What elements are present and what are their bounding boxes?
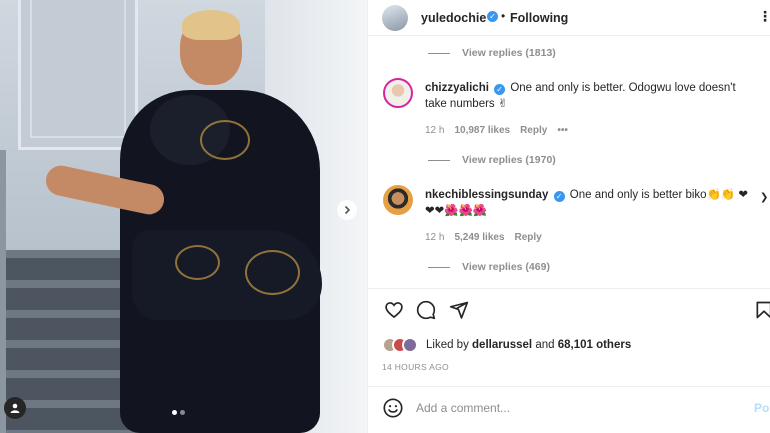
comment-likes[interactable]: 10,987 likes [454,125,510,136]
verified-badge-icon: ✓ [553,191,565,202]
comment-more-icon[interactable]: ••• [557,125,568,136]
heart-icon [385,302,403,319]
view-replies-button[interactable]: View replies (1970) [428,154,556,166]
likes-prefix: Liked by [426,339,473,351]
chevron-right-icon [344,205,351,215]
author-avatar[interactable] [382,5,408,31]
view-replies-label: View replies (469) [462,261,550,273]
replies-line [428,266,450,268]
comment-button[interactable] [414,298,438,322]
bookmark-icon [756,301,770,319]
user-icon [10,403,20,413]
comment-icon [416,300,436,320]
emoji-icon [383,398,403,418]
likes-others-link[interactable]: 68,101 others [558,339,632,351]
view-replies-label: View replies (1970) [462,154,556,166]
likes-text: Liked by dellarussel and 68,101 others [426,339,631,351]
carousel-dot-active [172,410,177,415]
divider [368,288,770,289]
commenter-avatar[interactable] [383,78,413,108]
post-comment-button[interactable]: Pos [754,401,770,415]
embroidery [175,245,220,280]
like-button[interactable] [382,298,406,322]
more-options-icon[interactable]: ⋮ [758,8,770,25]
share-button[interactable] [447,298,471,322]
liker-username[interactable]: dellarussel [472,339,532,351]
instagram-post-modal: yuledochie ✓ • Following ⋮ View replies … [0,0,770,433]
tagged-user-button[interactable] [4,397,26,419]
comment-meta: 12 h 5,249 likes Reply [425,232,542,243]
add-comment-input[interactable] [416,398,736,418]
reply-button[interactable]: Reply [515,232,542,243]
carousel-dots [172,410,185,415]
comment-time: 12 h [425,125,445,136]
verified-badge-icon: ✓ [494,84,506,95]
comment-likes[interactable]: 5,249 likes [454,232,504,243]
wall-panel-inner [30,0,126,138]
save-button[interactable] [752,298,770,322]
carousel-dot [180,410,185,415]
scroll-arrow-icon[interactable]: ❯ [760,192,768,203]
comment-text-block: chizzyalichi ✓ One and only is better. O… [425,80,755,112]
post-actions [382,298,770,322]
replies-line [428,159,450,161]
likes-middle: and [532,339,558,351]
verified-badge-icon: ✓ [487,11,498,22]
author-username[interactable]: yuledochie [421,11,486,25]
post-timestamp[interactable]: 14 HOURS AGO [382,362,449,372]
reply-button[interactable]: Reply [520,125,547,136]
embroidery [245,250,300,295]
send-icon [449,301,469,319]
post-photo[interactable] [0,0,367,433]
comment-text-block: nkechiblessingsunday ✓ One and only is b… [425,187,755,219]
hair [182,10,240,40]
comment-meta: 12 h 10,987 likes Reply ••• [425,125,568,136]
view-replies-button[interactable]: View replies (469) [428,261,550,273]
comment-username[interactable]: chizzyalichi [425,82,489,94]
comment-username[interactable]: nkechiblessingsunday [425,189,548,201]
divider [368,386,770,387]
post-header: yuledochie ✓ • Following ⋮ [368,0,770,36]
embroidery [200,120,250,160]
view-replies-button[interactable]: View replies (1813) [428,47,556,59]
following-button[interactable]: Following [510,11,568,25]
view-replies-label: View replies (1813) [462,47,556,59]
liker-avatar [402,337,418,353]
commenter-avatar[interactable] [383,185,413,215]
next-image-button[interactable] [337,200,357,220]
header-separator: • [501,9,506,23]
post-side-panel: yuledochie ✓ • Following ⋮ View replies … [367,0,770,433]
likes-summary: Liked by dellarussel and 68,101 others [382,336,631,354]
comment-time: 12 h [425,232,445,243]
emoji-button[interactable] [382,397,404,419]
replies-line [428,52,450,54]
